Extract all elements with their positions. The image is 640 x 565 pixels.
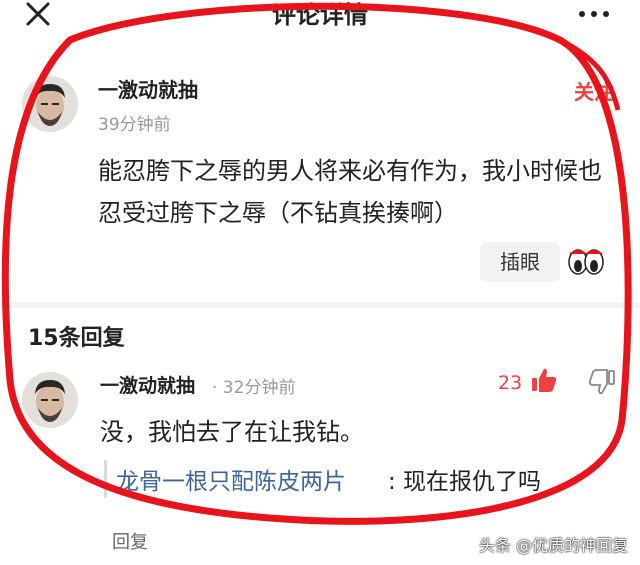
reply-button[interactable]: 回复 [112, 528, 148, 554]
reply-content: 没，我怕去了在让我钻。 [100, 418, 364, 446]
avatar[interactable] [22, 76, 78, 132]
avatar[interactable] [22, 372, 78, 428]
reply-time: · 32分钟前 [212, 378, 296, 398]
thumb-up-icon[interactable] [530, 366, 558, 394]
quote-bar [104, 460, 107, 498]
section-divider [0, 302, 640, 308]
reply-username[interactable]: 一激动就抽 [100, 371, 195, 398]
quoted-username[interactable]: 龙骨一根只配陈皮两片 [116, 462, 346, 496]
like-count: 23 [498, 372, 523, 394]
top-bar: 评论详情 [0, 0, 640, 40]
username[interactable]: 一激动就抽 [98, 74, 198, 103]
comment-time: 39分钟前 [98, 115, 171, 135]
more-icon[interactable] [576, 4, 616, 24]
quoted-text: : 现在报仇了吗 [388, 469, 542, 495]
eyes-emoji-icon[interactable] [566, 244, 606, 280]
watermark: 头条 @优质的神回复 [478, 536, 628, 555]
replies-count-header: 15条回复 [28, 326, 125, 351]
eye-reaction-button[interactable]: 插眼 [480, 242, 560, 282]
comment-content: 能忍胯下之辱的男人将来必有作为，我小时候也忍受过胯下之辱（不钻真挨揍啊） [98, 157, 602, 227]
thumb-down-icon[interactable] [588, 368, 616, 396]
follow-button[interactable]: 关注 [574, 76, 614, 105]
main-comment: 一激动就抽 39分钟前 关注 能忍胯下之辱的男人将来必有作为，我小时候也忍受过胯… [0, 52, 640, 302]
page-title: 评论详情 [272, 1, 368, 29]
